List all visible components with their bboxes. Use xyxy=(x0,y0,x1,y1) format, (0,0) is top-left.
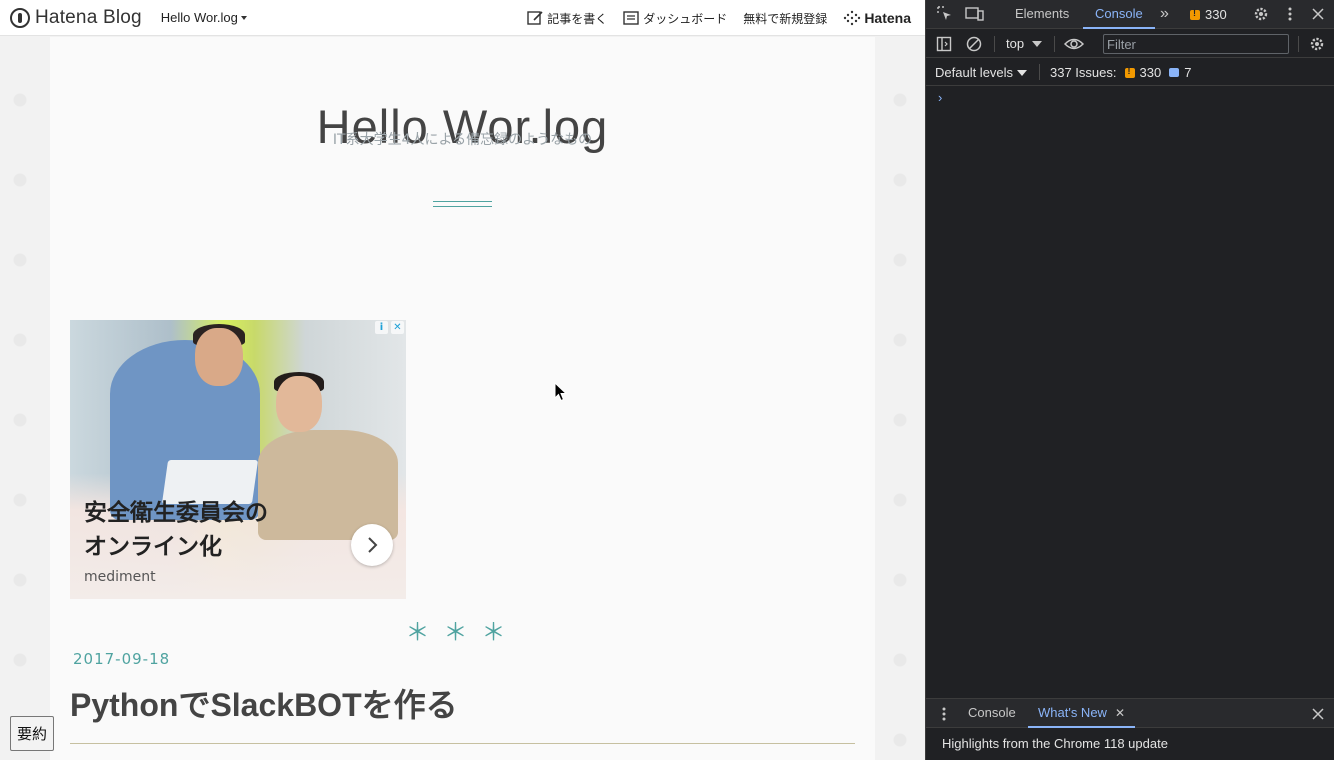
mouse-cursor-icon xyxy=(554,382,567,402)
caret-down-icon xyxy=(1017,69,1028,76)
blog-selector-dropdown[interactable]: Hello Wor.log xyxy=(161,10,247,25)
live-expression-eye-icon[interactable] xyxy=(1063,35,1085,53)
drawer-tab-whats-new-label: What's New xyxy=(1038,705,1107,720)
hatena-bar-actions: 記事を書く ダッシュボード 無料で新規登録 Hatena xyxy=(527,0,911,36)
issues-badge-count: 330 xyxy=(1205,7,1227,22)
device-toolbar-icon[interactable] xyxy=(964,5,986,23)
issues-counter[interactable]: 337 Issues: 330 7 xyxy=(1050,65,1191,80)
hatena-blog-logo-text: Hatena Blog xyxy=(35,6,142,28)
clear-console-icon[interactable] xyxy=(965,35,983,53)
context-selector[interactable]: top xyxy=(1006,36,1043,51)
dashboard-icon xyxy=(623,11,639,25)
hatena-blog-logo[interactable]: Hatena Blog xyxy=(10,7,142,29)
caret-down-icon xyxy=(1032,40,1043,47)
more-tabs-icon[interactable]: » xyxy=(1160,0,1169,29)
dashboard-label: ダッシュボード xyxy=(643,11,728,26)
title-divider xyxy=(433,201,492,207)
console-settings-gear-icon[interactable] xyxy=(1308,35,1326,53)
drawer-tab-whats-new[interactable]: What's New ✕ xyxy=(1028,699,1136,728)
close-tab-icon[interactable]: ✕ xyxy=(1115,699,1125,726)
ad-headline: 安全衛生委員会の オンライン化 xyxy=(84,496,268,564)
blog-description: IT系大学生4人による備忘録のようなもの xyxy=(332,132,593,148)
toolbar-separator xyxy=(1298,36,1299,52)
ad-info-icon[interactable]: i xyxy=(375,321,388,334)
hatena-label: Hatena xyxy=(864,10,911,26)
chevron-right-icon xyxy=(368,537,378,553)
kebab-menu-icon[interactable] xyxy=(1282,5,1298,23)
entry-title-underline xyxy=(70,743,855,744)
warning-icon xyxy=(1124,66,1135,78)
info-message-icon xyxy=(1169,68,1180,77)
console-toolbar: top xyxy=(926,30,1334,58)
hatena-global-header: Hatena Blog Hello Wor.log 記事を書く ダッシュボード xyxy=(0,0,925,36)
log-levels-dropdown[interactable]: Default levels xyxy=(935,65,1028,80)
inspect-element-icon[interactable] xyxy=(935,5,955,23)
entry-divider-stars: ＊＊＊ xyxy=(405,618,520,646)
write-article-link[interactable]: 記事を書く xyxy=(527,10,607,27)
close-drawer-icon[interactable] xyxy=(1310,705,1326,723)
hatena-menu[interactable]: Hatena xyxy=(843,10,911,26)
sidebar-toggle-icon[interactable] xyxy=(935,35,953,53)
console-levels-row: Default levels 337 Issues: 330 7 xyxy=(926,58,1334,86)
issues-info-count: 7 xyxy=(1184,65,1192,80)
ad-headline-line: 安全衛生委員会の xyxy=(84,500,268,526)
drawer-kebab-menu-icon[interactable] xyxy=(936,705,952,723)
summary-button[interactable]: 要約 xyxy=(10,716,54,751)
blog-content: Hello Wor.log IT系大学生4人による備忘録のようなもの i ✕ 安… xyxy=(50,37,875,760)
issues-label: 337 Issues: xyxy=(1050,65,1117,80)
devtools-main-tabbar: Elements Console » 330 xyxy=(926,0,1334,29)
toolbar-separator xyxy=(1054,36,1055,52)
console-prompt[interactable]: › xyxy=(938,90,942,105)
close-devtools-icon[interactable] xyxy=(1310,5,1326,23)
devtools-panel: Elements Console » 330 xyxy=(925,0,1334,760)
signup-label: 無料で新規登録 xyxy=(743,11,828,26)
whats-new-panel: Highlights from the Chrome 118 update xyxy=(926,729,1334,760)
ad-brand: mediment xyxy=(84,569,156,585)
ad-photo-person xyxy=(258,430,398,540)
console-filter-input[interactable] xyxy=(1103,34,1289,54)
ad-headline-line: オンライン化 xyxy=(84,534,222,560)
entry-date[interactable]: 2017-09-18 xyxy=(73,650,170,668)
drawer-tab-console[interactable]: Console xyxy=(968,699,1016,728)
ad-next-button[interactable] xyxy=(351,524,393,566)
toolbar-separator xyxy=(994,36,995,52)
entry-title[interactable]: PythonでSlackBOTを作る xyxy=(70,680,458,726)
issues-badge[interactable]: 330 xyxy=(1190,7,1227,22)
settings-gear-icon[interactable] xyxy=(1252,5,1270,23)
ad-choices: i ✕ xyxy=(375,321,404,334)
drawer-tabbar: Console What's New ✕ xyxy=(926,698,1334,728)
tab-console[interactable]: Console xyxy=(1083,0,1155,29)
toolbar-separator xyxy=(1039,64,1040,80)
context-selector-label: top xyxy=(1006,36,1025,51)
warning-icon xyxy=(1190,8,1200,20)
ad-photo-person-head xyxy=(195,328,243,386)
log-levels-label: Default levels xyxy=(935,65,1014,80)
ad-close-icon[interactable]: ✕ xyxy=(391,321,404,334)
dashboard-link[interactable]: ダッシュボード xyxy=(623,10,727,27)
advertisement-banner[interactable]: i ✕ 安全衛生委員会の オンライン化 mediment xyxy=(70,320,406,599)
signup-link[interactable]: 無料で新規登録 xyxy=(743,10,827,27)
issues-warning-count: 330 xyxy=(1139,65,1162,80)
hatena-dots-icon xyxy=(844,10,861,26)
write-article-label: 記事を書く xyxy=(547,11,608,26)
edit-icon xyxy=(527,11,543,25)
ad-photo-person-head xyxy=(276,376,322,432)
whats-new-headline[interactable]: Highlights from the Chrome 118 update xyxy=(942,736,1168,751)
caret-down-icon xyxy=(240,15,247,20)
tab-elements[interactable]: Elements xyxy=(1015,0,1069,29)
blog-selector-label: Hello Wor.log xyxy=(160,10,238,25)
blog-viewport: Hatena Blog Hello Wor.log 記事を書く ダッシュボード xyxy=(0,0,925,760)
hatena-blog-logo-icon xyxy=(10,7,30,28)
